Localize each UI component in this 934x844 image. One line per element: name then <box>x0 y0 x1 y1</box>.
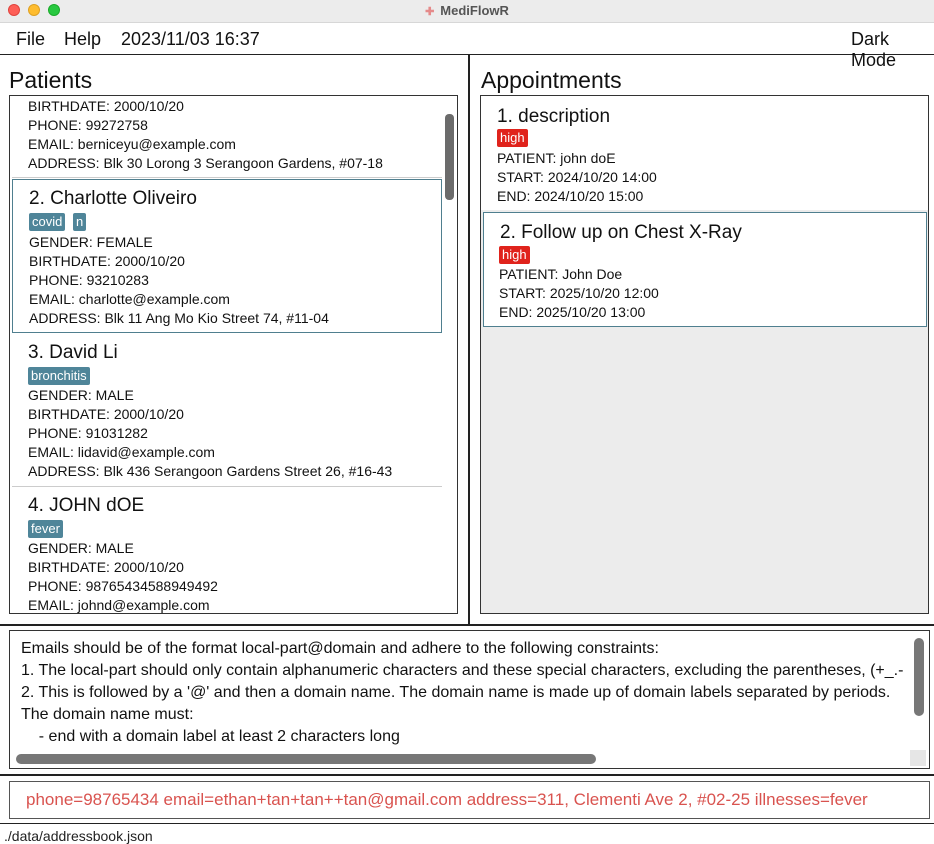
patient-gender: GENDER: FEMALE <box>29 234 153 250</box>
patient-address: ADDRESS: Blk 30 Lorong 3 Serangoon Garde… <box>28 155 383 171</box>
divider <box>0 823 934 824</box>
menu-file[interactable]: File <box>16 29 45 50</box>
datetime-display: 2023/11/03 16:37 <box>121 29 260 49</box>
scroll-corner <box>910 750 926 766</box>
dark-mode-toggle[interactable]: Dark Mode <box>851 29 934 71</box>
window-title-text: MediFlowR <box>440 3 509 18</box>
appointment-description: 1. description <box>497 106 611 127</box>
patient-phone: PHONE: 98765434588949492 <box>28 578 218 594</box>
panel-divider[interactable] <box>468 55 470 625</box>
patient-name: 2. Charlotte Oliveiro <box>29 188 197 209</box>
priority-tag: high <box>499 246 530 264</box>
patient-name: 4. JOHN dOE <box>28 495 145 516</box>
patient-phone: PHONE: 93210283 <box>29 272 149 288</box>
divider <box>0 624 934 626</box>
patient-email: EMAIL: berniceyu@example.com <box>28 136 236 152</box>
appointment-card[interactable]: 2. Follow up on Chest X-Ray high PATIENT… <box>483 212 927 327</box>
appointment-start: START: 2025/10/20 12:00 <box>499 285 659 301</box>
menu-help[interactable]: Help <box>64 29 101 50</box>
patient-email: EMAIL: johnd@example.com <box>28 597 210 613</box>
patient-card-partial[interactable]: BIRTHDATE: 2000/10/20 PHONE: 99272758 EM… <box>12 96 442 178</box>
result-display[interactable]: Emails should be of the format local-par… <box>9 630 930 769</box>
illness-tag: fever <box>28 520 63 538</box>
patient-phone: PHONE: 91031282 <box>28 425 148 441</box>
divider <box>0 774 934 776</box>
patient-email: EMAIL: charlotte@example.com <box>29 291 230 307</box>
illness-tag: covid <box>29 213 66 231</box>
patient-birthdate: BIRTHDATE: 2000/10/20 <box>29 253 185 269</box>
result-vertical-scrollbar[interactable] <box>914 638 924 716</box>
appointment-patient: PATIENT: john doE <box>497 150 616 166</box>
patient-card[interactable]: 4. JOHN dOE fever GENDER: MALE BIRTHDATE… <box>12 487 442 613</box>
appointment-patient: PATIENT: John Doe <box>499 266 623 282</box>
result-line: Emails should be of the format local-par… <box>21 640 659 657</box>
appointment-end: END: 2024/10/20 15:00 <box>497 188 644 204</box>
patient-email: EMAIL: lidavid@example.com <box>28 444 215 460</box>
patient-address: ADDRESS: Blk 11 Ang Mo Kio Street 74, #1… <box>29 310 329 326</box>
appointment-end: END: 2025/10/20 13:00 <box>499 304 646 320</box>
patient-address: ADDRESS: Blk 436 Serangoon Gardens Stree… <box>28 463 393 479</box>
result-line: 2. This is followed by a '@' and then a … <box>21 684 891 701</box>
appointments-title: Appointments <box>481 67 622 93</box>
result-horizontal-scrollbar[interactable] <box>16 754 596 764</box>
appointment-list[interactable]: 1. description high PATIENT: john doE ST… <box>480 95 929 614</box>
illness-tag: n <box>73 213 87 231</box>
priority-tag: high <box>497 129 528 147</box>
illness-tag: bronchitis <box>28 367 90 385</box>
appointment-description: 2. Follow up on Chest X-Ray <box>500 222 742 243</box>
appointment-card[interactable]: 1. description high PATIENT: john doE ST… <box>481 96 928 210</box>
command-box[interactable]: phone=98765434 email=ethan+tan+tan++tan@… <box>9 781 930 819</box>
patient-birthdate: BIRTHDATE: 2000/10/20 <box>28 98 184 114</box>
patients-title: Patients <box>9 67 93 93</box>
patient-birthdate: BIRTHDATE: 2000/10/20 <box>28 559 184 575</box>
patient-gender: GENDER: MALE <box>28 540 134 556</box>
command-input[interactable]: phone=98765434 email=ethan+tan+tan++tan@… <box>26 790 868 810</box>
patient-card[interactable]: 2. Charlotte Oliveiro covid n GENDER: FE… <box>12 179 442 333</box>
patient-list[interactable]: BIRTHDATE: 2000/10/20 PHONE: 99272758 EM… <box>9 95 458 614</box>
result-line: The domain name must: <box>21 706 194 723</box>
patient-phone: PHONE: 99272758 <box>28 117 148 133</box>
patient-name: 3. David Li <box>28 342 118 363</box>
result-line: 1. The local-part should only contain al… <box>21 662 904 679</box>
patient-gender: GENDER: MALE <box>28 387 134 403</box>
patient-card[interactable]: 3. David Li bronchitis GENDER: MALE BIRT… <box>12 334 442 487</box>
window-titlebar: ✚ MediFlowR <box>0 0 934 23</box>
menu-bar: File Help 2023/11/03 16:37 Dark Mode <box>0 23 934 70</box>
patient-birthdate: BIRTHDATE: 2000/10/20 <box>28 406 184 422</box>
window-title: ✚ MediFlowR <box>0 3 934 18</box>
app-icon: ✚ <box>425 6 435 18</box>
result-line: - end with a domain label at least 2 cha… <box>21 728 400 745</box>
patient-list-scrollbar[interactable] <box>445 114 454 200</box>
status-bar-file-path: ./data/addressbook.json <box>4 828 153 844</box>
appointment-start: START: 2024/10/20 14:00 <box>497 169 657 185</box>
